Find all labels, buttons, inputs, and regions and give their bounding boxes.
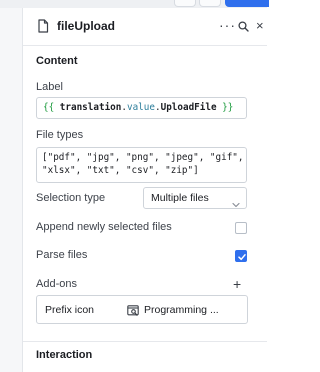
- section-divider: [23, 341, 267, 342]
- component-icon: [37, 19, 49, 38]
- section-title-content: Content: [36, 55, 78, 67]
- search-icon[interactable]: [238, 19, 249, 37]
- top-toolbar-edge: [0, 0, 269, 8]
- selection-type-value: Multiple files: [151, 192, 209, 204]
- file-types-line-2: "xlsx", "txt", "csv", "zip"]: [42, 165, 199, 176]
- add-addon-icon[interactable]: +: [233, 276, 241, 292]
- toolbar-button-left[interactable]: [174, 0, 196, 7]
- panel-header: fileUpload ··· ×: [23, 8, 267, 46]
- selection-type-label: Selection type: [36, 192, 106, 204]
- file-types-label: File types: [36, 129, 84, 141]
- label-field-label: Label: [36, 81, 63, 93]
- addon-item[interactable]: Prefix icon Programming ...: [36, 295, 248, 324]
- toolbar-primary-button[interactable]: [225, 0, 269, 7]
- addon-item-name: Prefix icon: [45, 304, 95, 316]
- addon-item-value: Programming ...: [144, 304, 219, 316]
- label-input[interactable]: {{ translation.value.UploadFile }}: [36, 97, 247, 119]
- file-types-input[interactable]: ["pdf", "jpg", "png", "jpeg", "gif", "xl…: [36, 147, 247, 183]
- code-search-icon: [127, 304, 139, 322]
- check-icon: [238, 254, 246, 261]
- append-files-checkbox[interactable]: [235, 222, 247, 234]
- file-types-line-1: ["pdf", "jpg", "png", "jpeg", "gif",: [42, 152, 244, 163]
- chevron-down-icon: [232, 195, 240, 213]
- selection-type-select[interactable]: Multiple files: [143, 187, 247, 209]
- left-side-strip: [0, 8, 23, 372]
- append-files-label: Append newly selected files: [36, 221, 172, 233]
- label-input-value: {{ translation.value.UploadFile }}: [43, 102, 234, 113]
- close-icon[interactable]: ×: [256, 18, 264, 33]
- more-options-icon[interactable]: ···: [219, 17, 236, 33]
- properties-panel: fileUpload ··· × Content Label {{ transl…: [23, 8, 267, 372]
- toolbar-button-right[interactable]: [199, 0, 221, 7]
- parse-files-checkbox[interactable]: [235, 250, 247, 262]
- addons-label: Add-ons: [36, 278, 77, 290]
- component-name: fileUpload: [57, 19, 116, 33]
- section-title-interaction[interactable]: Interaction: [36, 349, 92, 361]
- parse-files-label: Parse files: [36, 249, 88, 261]
